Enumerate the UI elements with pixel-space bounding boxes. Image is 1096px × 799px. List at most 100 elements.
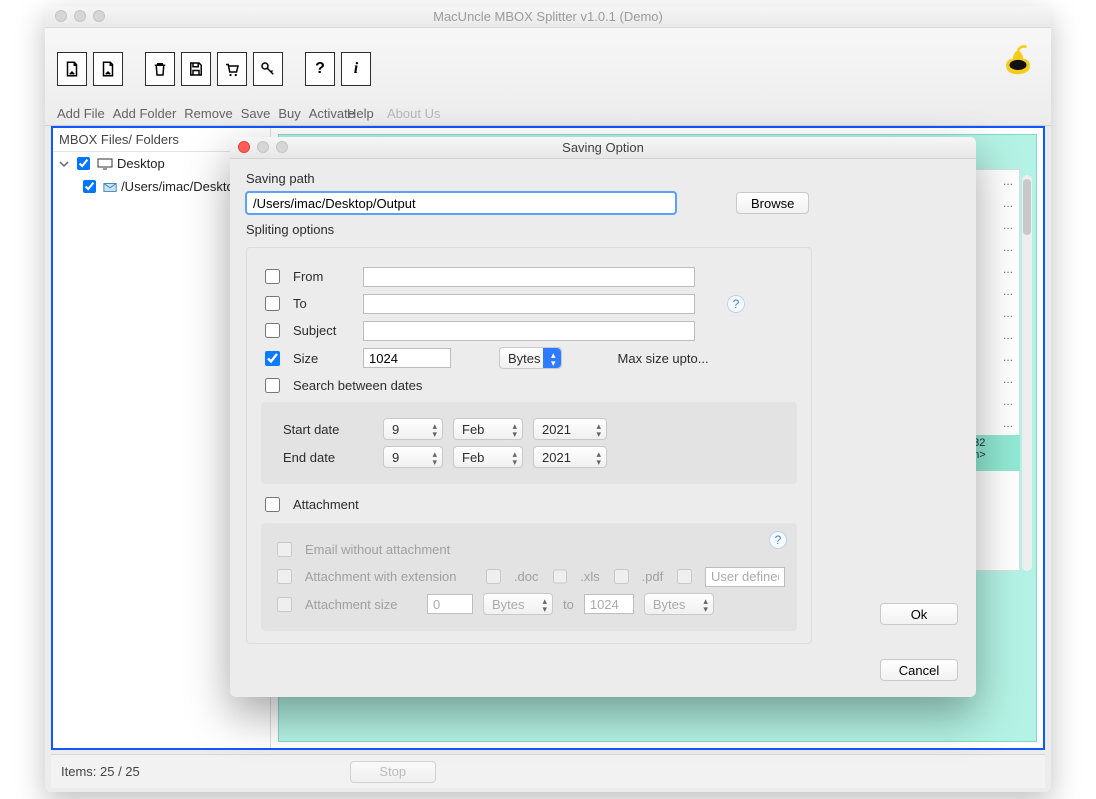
main-traffic-lights bbox=[55, 10, 105, 22]
label-remove: Remove bbox=[184, 106, 232, 121]
close-dot[interactable] bbox=[55, 10, 67, 22]
att-ext-label: Attachment with extension bbox=[305, 569, 472, 584]
subject-input[interactable] bbox=[363, 321, 695, 341]
start-day-select[interactable]: 9▴▾ bbox=[383, 418, 443, 440]
label-help: Help bbox=[347, 106, 374, 121]
to-checkbox[interactable] bbox=[265, 296, 280, 311]
browse-button[interactable]: Browse bbox=[736, 192, 809, 214]
label-buy: Buy bbox=[278, 106, 300, 121]
remove-button[interactable] bbox=[145, 52, 175, 86]
tree-checkbox-desktop[interactable] bbox=[77, 157, 90, 170]
tree-checkbox-path[interactable] bbox=[83, 180, 96, 193]
end-date-label: End date bbox=[273, 450, 373, 465]
saving-path-input[interactable] bbox=[246, 192, 676, 214]
main-titlebar: MacUncle MBOX Splitter v1.0.1 (Demo) bbox=[45, 6, 1051, 28]
userdef-input bbox=[705, 567, 785, 587]
start-month-select[interactable]: Feb▴▾ bbox=[453, 418, 523, 440]
brand-logo bbox=[1001, 42, 1035, 76]
zoom-dot[interactable] bbox=[93, 10, 105, 22]
att-size-to-unit: Bytes▴▾ bbox=[644, 593, 714, 615]
end-day-select[interactable]: 9▴▾ bbox=[383, 446, 443, 468]
add-folder-button[interactable] bbox=[93, 52, 123, 86]
end-month-select[interactable]: Feb▴▾ bbox=[453, 446, 523, 468]
subject-checkbox[interactable] bbox=[265, 323, 280, 338]
label-add-file: Add File bbox=[57, 106, 105, 121]
buy-button[interactable] bbox=[217, 52, 247, 86]
toolbar-labels-1: Add File Add Folder Remove Save Buy Acti… bbox=[57, 106, 355, 121]
subject-label: Subject bbox=[293, 323, 353, 338]
label-add-folder: Add Folder bbox=[113, 106, 177, 121]
main-title: MacUncle MBOX Splitter v1.0.1 (Demo) bbox=[433, 9, 663, 24]
folder-add-icon bbox=[99, 60, 117, 78]
splitting-options-label: Spliting options bbox=[246, 222, 960, 237]
userdef-checkbox bbox=[677, 569, 692, 584]
modal-close-dot[interactable] bbox=[238, 141, 250, 153]
ok-button[interactable]: Ok bbox=[880, 603, 958, 625]
info-icon: i bbox=[354, 60, 358, 78]
doc-label: .doc bbox=[514, 569, 539, 584]
saving-path-label: Saving path bbox=[246, 171, 960, 186]
att-without-checkbox bbox=[277, 542, 292, 557]
attachment-label: Attachment bbox=[293, 497, 359, 512]
save-button[interactable] bbox=[181, 52, 211, 86]
disclosure-icon bbox=[59, 159, 69, 169]
monitor-icon bbox=[97, 158, 113, 170]
xls-label: .xls bbox=[580, 569, 600, 584]
about-button[interactable]: i bbox=[341, 52, 371, 86]
floppy-icon bbox=[187, 60, 205, 78]
from-input[interactable] bbox=[363, 267, 695, 287]
stop-button[interactable]: Stop bbox=[350, 761, 436, 783]
toolbar-labels-3: About Us bbox=[387, 106, 440, 121]
cart-icon bbox=[223, 60, 241, 78]
to-help-icon[interactable]: ? bbox=[727, 295, 745, 313]
label-about: About Us bbox=[387, 106, 440, 121]
attachment-checkbox[interactable] bbox=[265, 497, 280, 512]
add-file-button[interactable] bbox=[57, 52, 87, 86]
from-checkbox[interactable] bbox=[265, 269, 280, 284]
modal-titlebar: Saving Option bbox=[230, 137, 976, 159]
xls-checkbox bbox=[553, 569, 568, 584]
saving-option-dialog: Saving Option Saving path Browse Splitin… bbox=[230, 137, 976, 697]
dates-label: Search between dates bbox=[293, 378, 422, 393]
to-label: To bbox=[293, 296, 353, 311]
att-size-checkbox bbox=[277, 597, 292, 612]
key-icon bbox=[259, 60, 277, 78]
size-input[interactable] bbox=[363, 348, 451, 368]
to-input[interactable] bbox=[363, 294, 695, 314]
item-count: Items: 25 / 25 bbox=[61, 764, 140, 779]
toolbar-labels-2: Help bbox=[347, 106, 374, 121]
preview-scrollbar[interactable] bbox=[1022, 175, 1032, 571]
help-button[interactable]: ? bbox=[305, 52, 335, 86]
modal-zoom-dot bbox=[276, 141, 288, 153]
att-size-from bbox=[427, 594, 473, 614]
scrollbar-thumb[interactable] bbox=[1023, 179, 1031, 235]
pdf-label: .pdf bbox=[642, 569, 664, 584]
modal-title: Saving Option bbox=[562, 140, 644, 155]
dates-checkbox[interactable] bbox=[265, 378, 280, 393]
activate-button[interactable] bbox=[253, 52, 283, 86]
modal-body: Saving path Browse Spliting options From… bbox=[230, 159, 976, 656]
splitting-groupbox: From To ? Subject Size Byt bbox=[246, 247, 812, 644]
doc-checkbox bbox=[486, 569, 501, 584]
size-label: Size bbox=[293, 351, 353, 366]
pdf-checkbox bbox=[614, 569, 629, 584]
attachment-box: ? Email without attachment Attachment wi… bbox=[261, 523, 797, 631]
from-label: From bbox=[293, 269, 353, 284]
size-unit-select[interactable]: Bytes ▴▾ bbox=[499, 347, 562, 369]
start-year-select[interactable]: 2021▴▾ bbox=[533, 418, 607, 440]
mbox-icon bbox=[103, 181, 117, 193]
date-range-box: Start date 9▴▾ Feb▴▾ 2021▴▾ End date 9▴▾… bbox=[261, 402, 797, 484]
att-size-from-unit: Bytes▴▾ bbox=[483, 593, 553, 615]
attachment-help-icon[interactable]: ? bbox=[769, 531, 787, 549]
label-save: Save bbox=[241, 106, 271, 121]
att-size-label: Attachment size bbox=[305, 597, 417, 612]
end-year-select[interactable]: 2021▴▾ bbox=[533, 446, 607, 468]
trash-icon bbox=[151, 60, 169, 78]
size-checkbox[interactable] bbox=[265, 351, 280, 366]
min-dot[interactable] bbox=[74, 10, 86, 22]
cancel-button[interactable]: Cancel bbox=[880, 659, 958, 681]
status-bar: Items: 25 / 25 Stop bbox=[51, 754, 1045, 788]
file-add-icon bbox=[63, 60, 81, 78]
tree-label-desktop: Desktop bbox=[117, 156, 165, 171]
att-size-to bbox=[584, 594, 634, 614]
